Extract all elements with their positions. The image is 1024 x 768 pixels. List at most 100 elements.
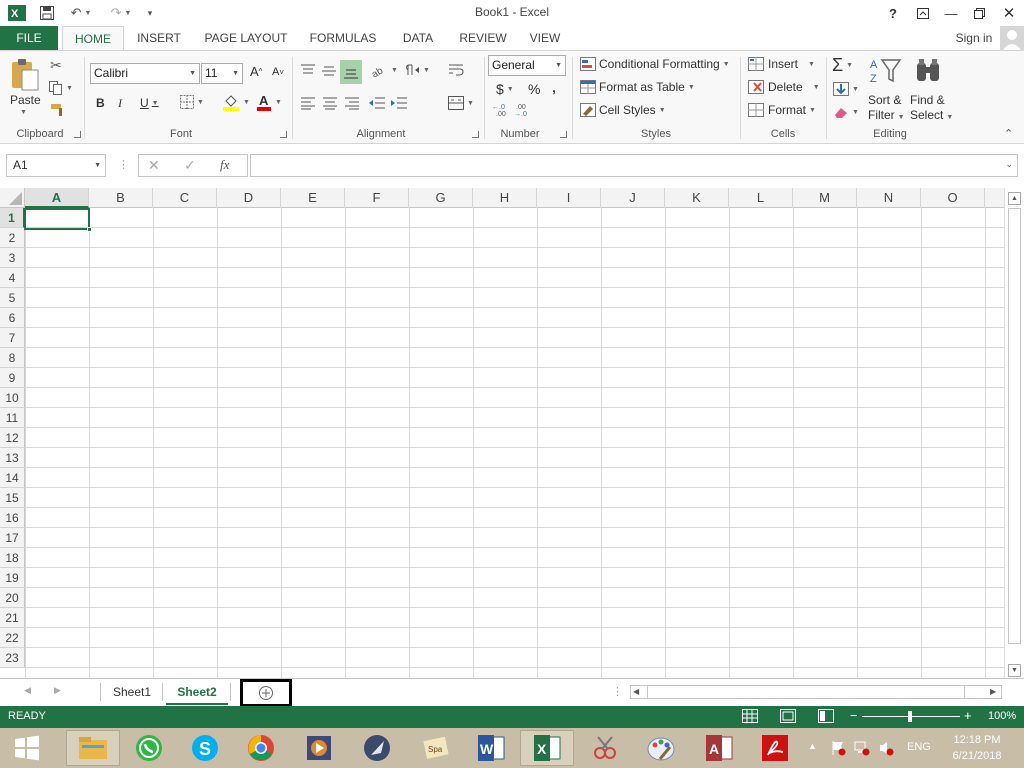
align-left-icon[interactable] <box>300 96 316 110</box>
zoom-level[interactable]: 100% <box>988 710 1016 722</box>
snipping-tool-icon[interactable] <box>578 730 632 766</box>
alignment-launcher-icon[interactable] <box>472 131 479 138</box>
wrap-text-icon[interactable] <box>448 63 464 77</box>
column-header-f[interactable]: F <box>345 188 409 208</box>
page-layout-view-icon[interactable] <box>780 709 796 726</box>
row-header-2[interactable]: 2 <box>0 228 25 248</box>
paste-icon[interactable] <box>8 57 42 93</box>
new-sheet-button[interactable] <box>240 679 292 707</box>
column-header-o[interactable]: O <box>921 188 985 208</box>
word-icon[interactable]: W <box>464 730 518 766</box>
decrease-indent-icon[interactable] <box>368 96 386 110</box>
conditional-formatting-button[interactable]: Conditional Formatting ▼ <box>580 57 730 71</box>
paste-dropdown-icon[interactable]: ▼ <box>20 109 27 116</box>
tab-split-grip-icon[interactable]: ⋮ <box>612 685 623 698</box>
horizontal-scrollbar[interactable]: ◀ ▶ <box>630 685 1002 699</box>
increase-decimal-icon[interactable]: ←.0.00 <box>492 103 510 117</box>
sign-in-link[interactable]: Sign in <box>950 26 998 50</box>
cell-styles-button[interactable]: Cell Styles ▼ <box>580 103 666 117</box>
input-language[interactable]: ENG <box>907 741 931 753</box>
percent-button[interactable]: % <box>528 81 540 97</box>
tab-page-layout[interactable]: PAGE LAYOUT <box>200 26 292 50</box>
merge-center-icon[interactable]: ▼ <box>448 96 474 110</box>
acrobat-icon[interactable] <box>748 730 802 766</box>
page-break-view-icon[interactable] <box>818 709 834 726</box>
row-header-23[interactable]: 23 <box>0 648 25 668</box>
ribbon-display-options-icon[interactable] <box>910 3 936 23</box>
font-size-combo[interactable]: 11 ▼ <box>201 63 243 84</box>
normal-view-icon[interactable] <box>742 709 758 726</box>
restore-button[interactable] <box>966 3 992 23</box>
decrease-decimal-icon[interactable]: .00 →.0 <box>514 103 532 117</box>
close-button[interactable]: ✕ <box>996 3 1022 23</box>
scroll-left-icon[interactable]: ◀ <box>633 687 639 696</box>
row-header-14[interactable]: 14 <box>0 468 25 488</box>
underline-button[interactable]: U ▼ <box>140 96 159 110</box>
top-align-icon[interactable] <box>300 63 316 77</box>
cells-area[interactable] <box>25 208 1004 678</box>
font-name-combo[interactable]: Calibri ▼ <box>90 63 200 84</box>
name-box[interactable]: A1 ▼ <box>6 154 106 177</box>
format-as-table-button[interactable]: Format as Table ▼ <box>580 80 695 94</box>
row-header-22[interactable]: 22 <box>0 628 25 648</box>
paste-button[interactable]: Paste <box>10 93 41 107</box>
row-header-15[interactable]: 15 <box>0 488 25 508</box>
media-player-icon[interactable] <box>292 730 346 766</box>
row-header-9[interactable]: 9 <box>0 368 25 388</box>
chrome-icon[interactable] <box>234 730 288 766</box>
paint-icon[interactable] <box>634 730 688 766</box>
confirm-entry-icon[interactable]: ✓ <box>184 157 196 174</box>
orientation-icon[interactable]: ab ▼ <box>370 63 398 77</box>
access-icon[interactable]: A <box>692 730 746 766</box>
collapse-ribbon-icon[interactable]: ⌃ <box>1004 127 1013 140</box>
tab-file[interactable]: FILE <box>0 26 58 50</box>
row-header-6[interactable]: 6 <box>0 308 25 328</box>
format-painter-icon[interactable] <box>50 103 66 117</box>
column-header-g[interactable]: G <box>409 188 473 208</box>
column-header-j[interactable]: J <box>601 188 665 208</box>
tab-view[interactable]: VIEW <box>524 26 566 50</box>
column-header-l[interactable]: L <box>729 188 793 208</box>
zoom-out-button[interactable]: − <box>850 708 858 723</box>
row-header-1[interactable]: 1 <box>0 208 25 228</box>
align-center-icon[interactable] <box>322 96 338 110</box>
fill-handle[interactable] <box>87 227 92 232</box>
sort-filter-icon[interactable]: AZ <box>868 57 902 85</box>
tab-insert[interactable]: INSERT <box>132 26 186 50</box>
row-header-21[interactable]: 21 <box>0 608 25 628</box>
minimize-button[interactable]: — <box>938 3 964 23</box>
row-header-8[interactable]: 8 <box>0 348 25 368</box>
network-icon[interactable] <box>854 740 870 759</box>
font-launcher-icon[interactable] <box>280 131 287 138</box>
row-header-19[interactable]: 19 <box>0 568 25 588</box>
horizontal-scroll-thumb[interactable] <box>647 686 965 698</box>
select-all-corner[interactable] <box>0 188 25 208</box>
column-header-b[interactable]: B <box>89 188 153 208</box>
app-feather-icon[interactable] <box>350 730 404 766</box>
scroll-down-icon[interactable]: ▼ <box>1008 664 1021 677</box>
column-header-h[interactable]: H <box>473 188 537 208</box>
clear-button[interactable]: ▼ <box>833 105 859 119</box>
zoom-slider-thumb[interactable] <box>908 711 912 722</box>
comma-style-button[interactable]: ‚ <box>552 79 556 95</box>
vertical-scrollbar[interactable]: ▲ ▼ <box>1004 188 1024 678</box>
row-header-17[interactable]: 17 <box>0 528 25 548</box>
start-button[interactable] <box>0 730 54 766</box>
row-header-10[interactable]: 10 <box>0 388 25 408</box>
expand-formula-bar-icon[interactable]: ⌄ <box>1005 159 1013 170</box>
middle-align-icon[interactable] <box>321 63 337 77</box>
number-launcher-icon[interactable] <box>560 131 567 138</box>
text-direction-icon[interactable]: ▼ <box>404 63 430 77</box>
column-header-k[interactable]: K <box>665 188 729 208</box>
insert-cells-button[interactable]: Insert ▼ <box>748 57 815 71</box>
column-header-m[interactable]: M <box>793 188 857 208</box>
sheet-tab-sheet2[interactable]: Sheet2 <box>166 679 228 705</box>
increase-indent-icon[interactable] <box>390 96 408 110</box>
whatsapp-icon[interactable] <box>122 730 176 766</box>
insert-function-button[interactable]: fx <box>220 157 229 173</box>
shrink-font-button[interactable]: A ˅ <box>272 66 284 78</box>
row-header-13[interactable]: 13 <box>0 448 25 468</box>
column-header-d[interactable]: D <box>217 188 281 208</box>
active-cell-a1[interactable] <box>24 208 92 232</box>
tab-formulas[interactable]: FORMULAS <box>306 26 380 50</box>
